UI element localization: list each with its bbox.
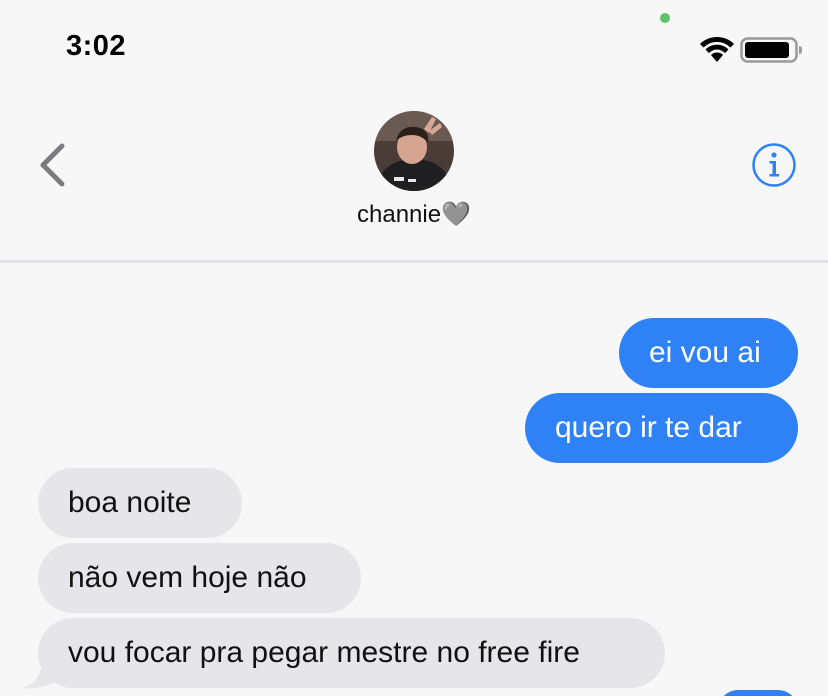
contact-name[interactable]: channie🩶	[0, 200, 828, 229]
conversation-header: channie🩶	[0, 86, 828, 263]
chevron-left-icon[interactable]	[34, 140, 70, 190]
messages-screen: 3:02 channie�	[0, 0, 828, 696]
contact-name-text: channie	[357, 201, 442, 228]
info-circle-icon[interactable]	[750, 141, 798, 189]
grey-heart-emoji: 🩶	[441, 200, 471, 228]
status-time: 3:02	[66, 30, 127, 62]
received-message-bubble[interactable]: vou focar pra pegar mestre no free fire	[38, 618, 665, 688]
received-message-bubble[interactable]: não vem hoje não	[38, 543, 361, 613]
avatar[interactable]	[374, 111, 454, 191]
sent-message-bubble[interactable]: ei vou ai	[619, 318, 798, 388]
battery-icon	[740, 37, 802, 63]
sent-message-bubble[interactable]: quero ir te dar	[525, 393, 798, 463]
avatar-photo	[374, 111, 454, 191]
sent-message-bubble-partial[interactable]	[718, 690, 798, 696]
mic-indicator-icon	[660, 13, 670, 23]
wifi-icon	[700, 36, 734, 62]
received-message-bubble[interactable]: boa noite	[38, 468, 242, 538]
